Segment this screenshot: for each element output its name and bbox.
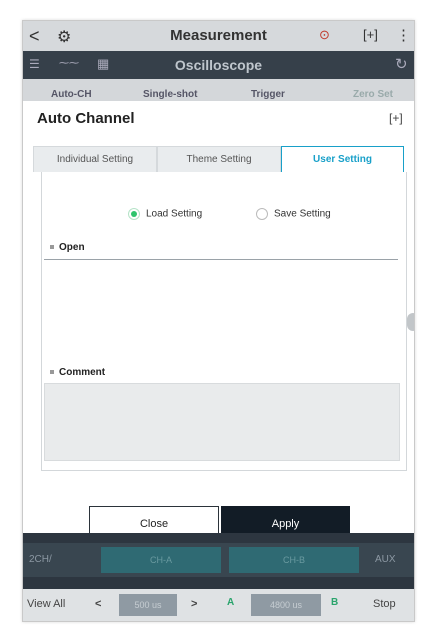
app-window: < ⚙ Measurement ⊙ [+] ⋮ ☰ ⁓⁓ ▦ Oscillosc… <box>22 20 415 622</box>
settings-tabs: Individual Setting Theme Setting User Se… <box>33 146 404 173</box>
channel-count[interactable]: 2CH/ <box>29 554 52 565</box>
radio-selected-icon <box>128 208 140 220</box>
record-icon[interactable]: ⊙ <box>319 27 330 43</box>
expand-icon[interactable]: [+] <box>389 111 403 125</box>
section-open-label: Open <box>59 242 85 253</box>
radio-unselected-icon <box>256 208 268 220</box>
timebase-row: View All < 500 us > A 4800 us B Stop <box>23 589 414 621</box>
open-file-field[interactable] <box>44 259 398 260</box>
app-title: Measurement <box>170 27 267 44</box>
mode-zero-set[interactable]: Zero Set <box>353 89 393 100</box>
instrument-bar: 2CH/ CH-A CH-B AUX View All < 500 us > A… <box>23 533 414 621</box>
scope-bar: ☰ ⁓⁓ ▦ Oscilloscope ↻ <box>23 51 414 79</box>
dialog-title: Auto Channel <box>37 110 135 127</box>
stop-button[interactable]: Stop <box>373 598 396 610</box>
marker-a[interactable]: A <box>227 597 234 608</box>
radio-load-label: Load Setting <box>146 208 203 220</box>
channel-row: 2CH/ CH-A CH-B AUX <box>23 543 414 577</box>
top-bar: < ⚙ Measurement ⊙ [+] ⋮ <box>23 21 414 51</box>
radio-save-setting[interactable]: Save Setting <box>256 208 331 220</box>
radio-load-setting[interactable]: Load Setting <box>128 208 202 220</box>
auto-channel-dialog: Auto Channel [+] Individual Setting Them… <box>23 101 414 542</box>
scroll-handle[interactable] <box>407 313 414 331</box>
prev-icon[interactable]: < <box>95 598 101 610</box>
more-menu-icon[interactable]: ⋮ <box>396 26 411 44</box>
scope-title: Oscilloscope <box>174 57 263 73</box>
mode-trigger[interactable]: Trigger <box>251 89 285 100</box>
marker-time-value[interactable]: 4800 us <box>251 594 321 616</box>
view-all-button[interactable]: View All <box>27 598 65 610</box>
comment-textarea[interactable] <box>44 383 400 461</box>
tab-individual-setting[interactable]: Individual Setting <box>33 146 157 172</box>
mode-bar: Auto-CH Single-shot Trigger Zero Set <box>23 79 414 101</box>
section-comment-label: Comment <box>59 367 106 378</box>
tab-theme-setting[interactable]: Theme Setting <box>157 146 281 172</box>
bullet-icon <box>50 245 54 250</box>
next-icon[interactable]: > <box>191 598 197 610</box>
marker-b[interactable]: B <box>331 597 338 608</box>
radio-save-label: Save Setting <box>274 208 331 220</box>
refresh-icon[interactable]: ↻ <box>395 55 408 73</box>
section-open-header: Open <box>50 242 85 253</box>
time-div-value[interactable]: 500 us <box>119 594 177 616</box>
aux-button[interactable]: AUX <box>375 554 396 565</box>
mode-auto-ch[interactable]: Auto-CH <box>51 89 92 100</box>
mode-single-shot[interactable]: Single-shot <box>143 89 197 100</box>
tab-user-setting[interactable]: User Setting <box>281 146 404 173</box>
section-comment-header: Comment <box>50 367 105 378</box>
user-setting-panel: Load Setting Save Setting Open Comment <box>41 172 407 471</box>
channel-b-button[interactable]: CH-B <box>229 547 359 573</box>
channel-a-button[interactable]: CH-A <box>101 547 221 573</box>
bullet-icon <box>50 370 54 375</box>
screenshot-icon[interactable]: [+] <box>363 27 378 42</box>
